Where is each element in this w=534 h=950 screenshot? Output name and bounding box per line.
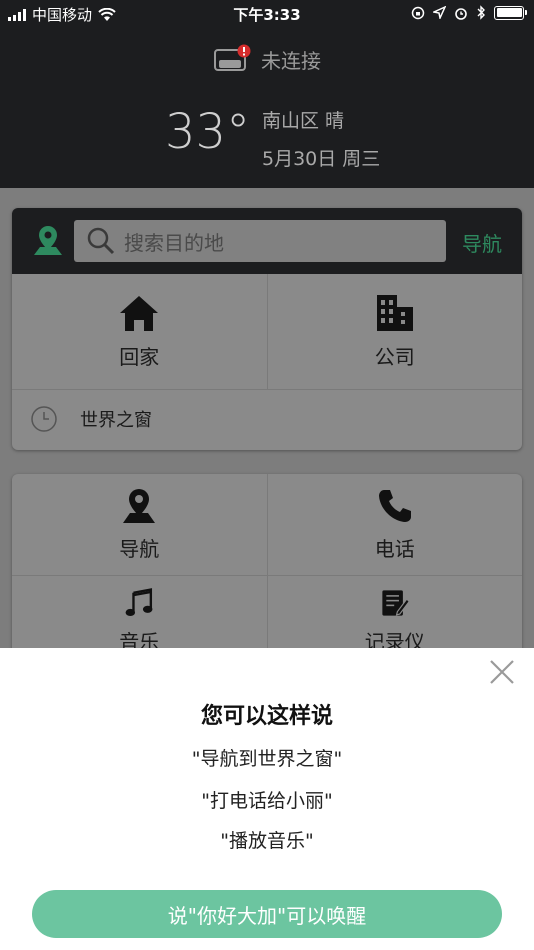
notes-app[interactable]: 记录仪 — [266, 576, 523, 654]
bluetooth-icon — [477, 5, 485, 20]
alarm-icon — [455, 7, 467, 20]
main-content: 搜索目的地 导航 回家 公司 世界之窗 导航 电话 音乐 记录仪 — [0, 188, 534, 654]
phone-icon — [378, 490, 411, 522]
connection-status[interactable]: 未连接 — [0, 44, 534, 74]
suggestion-item: "打电话给小丽" — [201, 790, 333, 812]
connection-label: 未连接 — [261, 48, 321, 73]
rotation-lock-icon — [411, 6, 425, 19]
apps-row-1: 导航 电话 — [12, 474, 522, 576]
sheet-title: 您可以这样说 — [200, 704, 333, 729]
search-icon — [87, 227, 115, 255]
apps-card: 导航 电话 音乐 记录仪 — [12, 474, 522, 654]
battery-icon — [494, 5, 527, 20]
recent-destination[interactable]: 世界之窗 — [12, 390, 522, 448]
apps-row-2: 音乐 记录仪 — [12, 576, 522, 654]
search-input[interactable]: 搜索目的地 — [74, 220, 446, 262]
phone-app[interactable]: 电话 — [266, 474, 523, 575]
clock-icon — [31, 406, 57, 432]
location-weather: 南山区 晴 — [262, 110, 345, 132]
company-label: 公司 — [374, 345, 415, 369]
shortcut-row: 回家 公司 — [12, 274, 522, 390]
home-label: 回家 — [119, 345, 160, 369]
home-icon — [120, 296, 159, 331]
office-building-icon — [376, 295, 413, 331]
status-right — [411, 5, 527, 20]
phone-app-label: 电话 — [374, 537, 415, 561]
notepad-pen-icon — [382, 590, 410, 616]
map-pin-icon[interactable] — [30, 222, 66, 258]
device-disconnected-icon — [214, 44, 251, 71]
header: 未连接 33° 南山区 晴 5月30日 周三 — [0, 28, 534, 188]
music-note-icon — [125, 588, 153, 617]
close-icon[interactable] — [488, 658, 516, 686]
music-app[interactable]: 音乐 — [12, 576, 267, 654]
suggestion-item: "播放音乐" — [220, 830, 314, 852]
suggestion-item: "导航到世界之窗" — [191, 748, 343, 770]
search-bar: 搜索目的地 导航 — [12, 208, 522, 274]
date-label: 5月30日 周三 — [262, 148, 381, 170]
home-shortcut[interactable]: 回家 — [12, 274, 267, 389]
temperature: 33° — [165, 104, 251, 160]
navigation-app[interactable]: 导航 — [12, 474, 267, 575]
navigation-app-label: 导航 — [119, 537, 160, 561]
navigation-pin-icon — [123, 489, 156, 523]
recent-label: 世界之窗 — [80, 410, 152, 431]
status-bar: 中国移动 下午3:33 — [0, 0, 534, 28]
navigation-card: 搜索目的地 导航 回家 公司 世界之窗 — [12, 208, 522, 450]
wake-word-button[interactable]: 说"你好大加"可以唤醒 — [32, 890, 502, 938]
search-placeholder: 搜索目的地 — [124, 230, 224, 255]
voice-hint-sheet: 您可以这样说 "导航到世界之窗" "打电话给小丽" "播放音乐" 说"你好大加"… — [0, 648, 534, 950]
location-arrow-icon — [433, 6, 446, 19]
navigate-button[interactable]: 导航 — [462, 228, 502, 257]
company-shortcut[interactable]: 公司 — [266, 274, 523, 389]
